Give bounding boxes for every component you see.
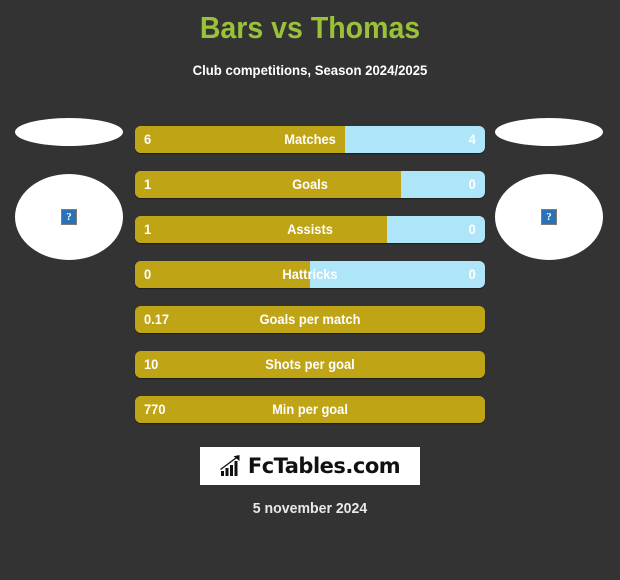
bar-chart-arrow-icon [219,455,240,476]
fctables-logo-text: FcTables.com [247,454,401,478]
stat-value-away: 0 [468,266,476,282]
page-title: Bars vs Thomas [199,10,421,45]
stat-row: 0 Hattricks 0 [135,261,485,288]
stat-label: Assists [287,221,333,237]
home-team-crest-top-placeholder [15,118,123,146]
page-subtitle: Club competitions, Season 2024/2025 [192,62,428,78]
away-team-crest-group: ? [495,118,603,260]
stat-label: Matches [284,131,336,147]
stat-value-away: 4 [468,131,476,147]
stat-row: 6 Matches 4 [135,126,485,153]
stat-row: 770 Min per goal [135,396,485,423]
stat-value-away: 0 [468,221,476,237]
stat-row: 1 Assists 0 [135,216,485,243]
home-team-crest-placeholder: ? [15,174,123,260]
stat-value-away: 0 [468,176,476,192]
stat-label: Shots per goal [265,356,355,372]
stat-label: Goals [292,176,328,192]
stats-comparison-list: 6 Matches 4 1 Goals 0 1 Assists 0 0 Hattricks 0 0.17… [135,126,485,441]
broken-image-icon: ? [61,209,77,225]
away-team-crest-placeholder: ? [495,174,603,260]
generated-date: 5 november 2024 [252,500,368,517]
stat-label: Hattricks [282,266,338,282]
stat-row: 1 Goals 0 [135,171,485,198]
stat-row: 0.17 Goals per match [135,306,485,333]
stat-label: Min per goal [272,401,348,417]
broken-image-icon: ? [541,209,557,225]
away-team-crest-top-placeholder [495,118,603,146]
stat-row: 10 Shots per goal [135,351,485,378]
infographic-page: Bars vs Thomas Club competitions, Season… [0,0,620,580]
fctables-logo[interactable]: FcTables.com [200,447,420,485]
stat-label: Goals per match [259,311,361,327]
home-team-crest-group: ? [15,118,123,260]
